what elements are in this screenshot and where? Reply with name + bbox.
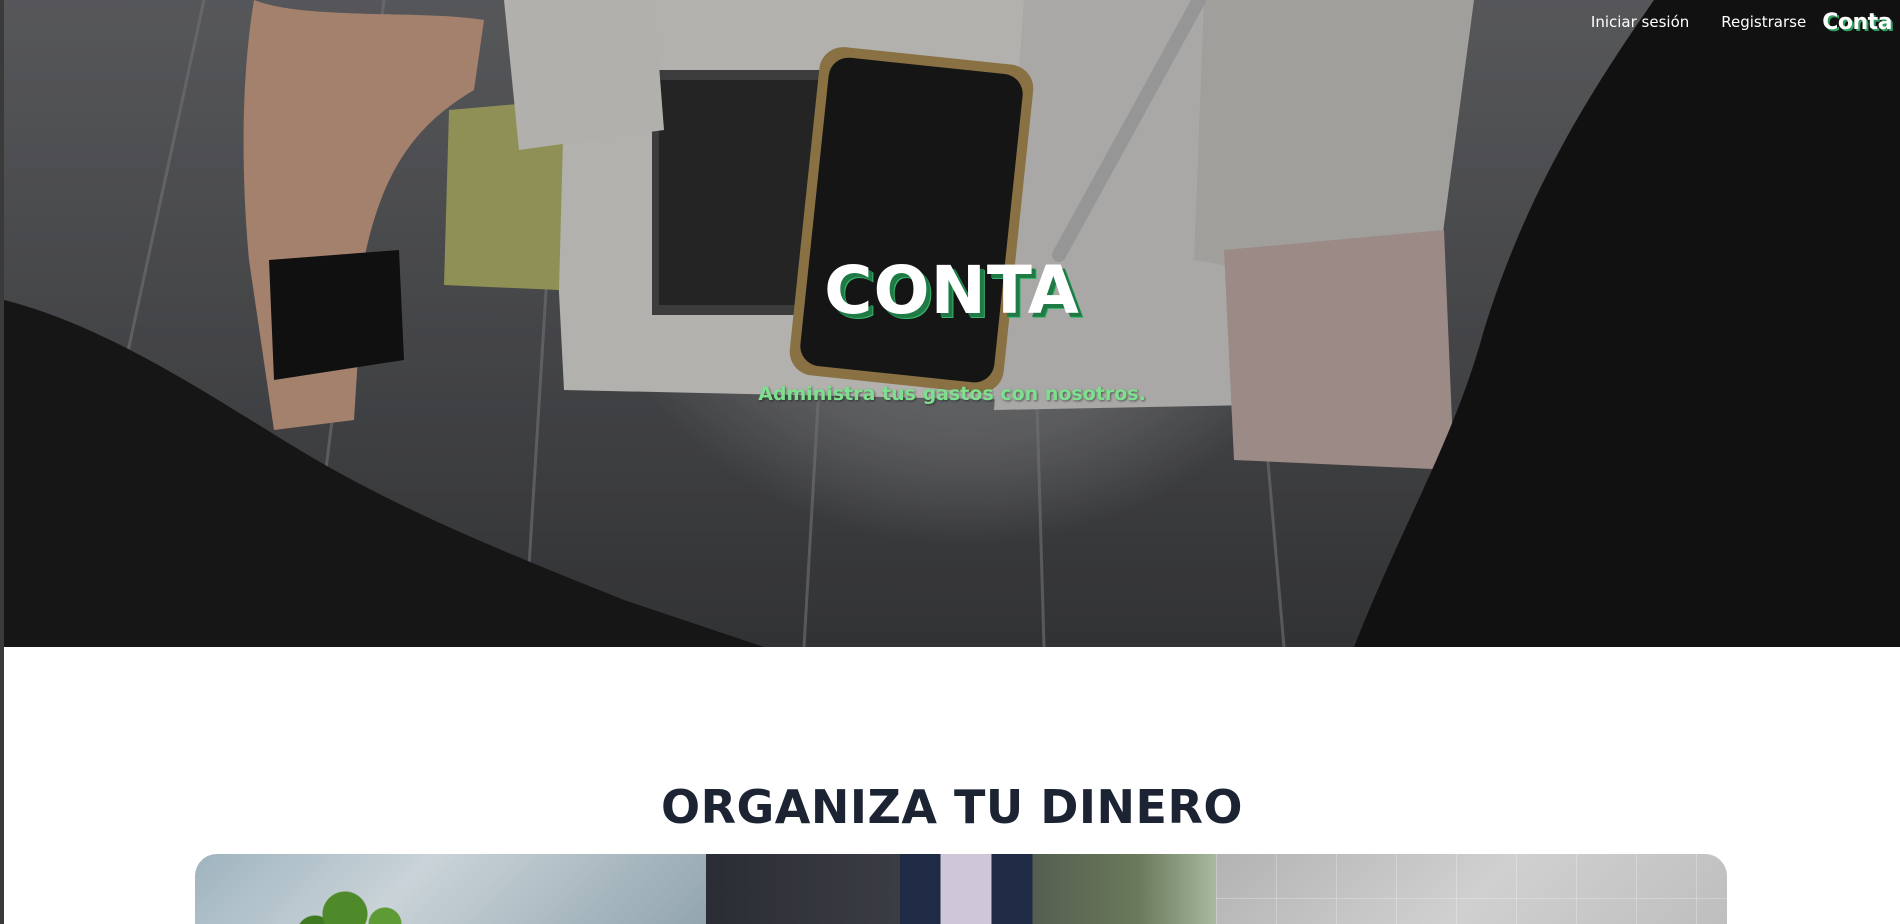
section-title: ORGANIZA TU DINERO (661, 780, 1243, 834)
register-link[interactable]: Registrarse (1721, 13, 1806, 31)
login-link[interactable]: Iniciar sesión (1591, 13, 1689, 31)
hero-title: CONTA (824, 252, 1080, 329)
hero-subtitle: Administra tus gastos con nosotros. (758, 383, 1146, 405)
page: Iniciar sesión Registrarse Conta CONTA A… (4, 0, 1900, 924)
brand-logo[interactable]: Conta (1822, 10, 1892, 35)
feature-cards (195, 854, 1727, 924)
top-nav: Iniciar sesión Registrarse Conta (1591, 0, 1900, 44)
hero-section: Iniciar sesión Registrarse Conta CONTA A… (4, 0, 1900, 647)
feature-card-plant-image (195, 854, 706, 924)
feature-card-globe-image (1216, 854, 1727, 924)
feature-card-person-image (705, 854, 1217, 924)
